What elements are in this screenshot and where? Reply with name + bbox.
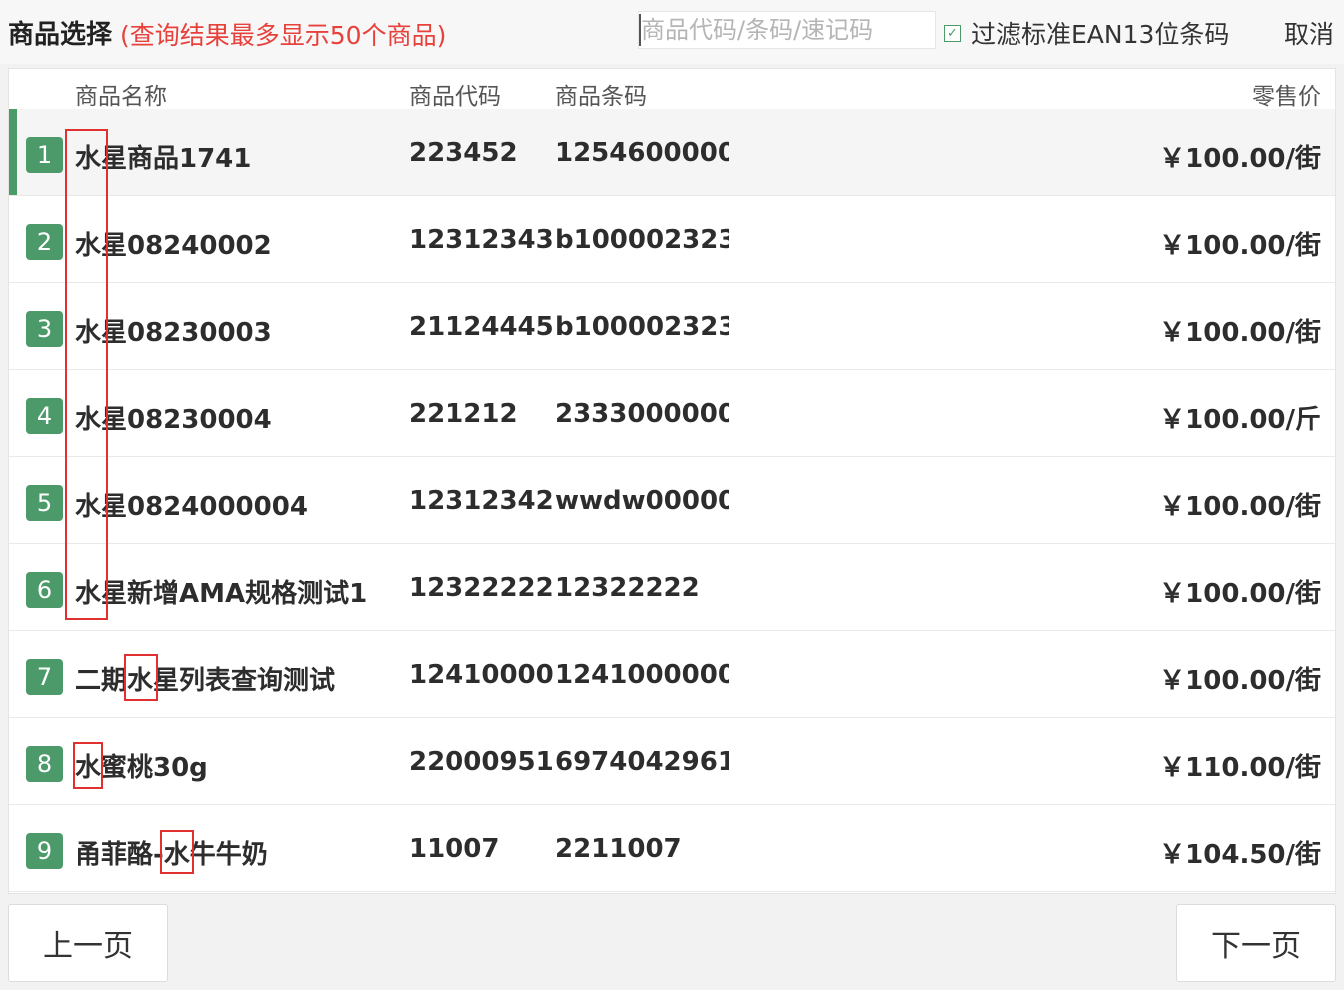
row-index-badge: 4 bbox=[26, 398, 63, 434]
table-row[interactable]: 1 水星商品1741 223452 12546000005 ￥100.00/街 bbox=[9, 109, 1335, 196]
column-header-code: 商品代码 bbox=[409, 84, 501, 110]
product-code: 211244452 bbox=[409, 312, 555, 342]
product-barcode: wwdw000000 bbox=[555, 486, 729, 516]
checkbox-checked-icon[interactable]: ✓ bbox=[944, 24, 961, 42]
table-row[interactable]: 2 水星08240002 123123432b1000023236 ￥100.00/街 bbox=[9, 196, 1335, 283]
product-code: 123123422 bbox=[409, 486, 555, 516]
table-header: 商品名称 商品代码 商品条码 零售价 bbox=[9, 69, 1335, 110]
product-barcode: 2211007 bbox=[555, 834, 682, 864]
row-index-badge: 1 bbox=[26, 137, 63, 173]
product-name: 水星08240002 bbox=[75, 231, 272, 261]
product-rows: 1 水星商品1741 223452 12546000005 ￥100.00/街 2 水星08… bbox=[9, 109, 1335, 892]
table-row[interactable]: 6 水星新增AMA规格测试1 12322222 12322222 ￥100.00/街 bbox=[9, 544, 1335, 631]
product-name: 二期水星列表查询测试 bbox=[75, 666, 336, 696]
product-name: 甬菲酪-水牛牛奶 bbox=[75, 840, 268, 870]
retail-price: ￥100.00/街 bbox=[1159, 492, 1321, 522]
product-code: 11007 bbox=[409, 834, 500, 864]
next-page-button[interactable]: 下一页 bbox=[1176, 904, 1336, 982]
product-barcode: 12410000003 bbox=[555, 660, 729, 690]
header-bar: 商品选择 (查询结果最多显示50个商品) ✓ 过滤标准EAN13位条码 取消 bbox=[0, 0, 1344, 64]
table-row[interactable]: 7 二期水星列表查询测试 12410000012410000003 ￥100.00/街 bbox=[9, 631, 1335, 718]
retail-price: ￥104.50/街 bbox=[1159, 840, 1321, 870]
row-index-badge: 2 bbox=[26, 224, 63, 260]
product-barcode: b1000023236 bbox=[555, 225, 729, 255]
retail-price: ￥100.00/街 bbox=[1159, 318, 1321, 348]
column-header-price: 零售价 bbox=[1252, 84, 1321, 110]
product-barcode: b1000023237 bbox=[555, 312, 729, 342]
product-name: 水星08230003 bbox=[75, 318, 272, 348]
table-row[interactable]: 4 水星08230004 221212 23330000003 ￥100.00/斤 bbox=[9, 370, 1335, 457]
table-row[interactable]: 5 水星0824000004 123123422wwdw000000 ￥100.00/… bbox=[9, 457, 1335, 544]
product-name: 水星新增AMA规格测试1 bbox=[75, 579, 368, 609]
text-caret bbox=[639, 14, 641, 46]
product-barcode: 12322222 bbox=[555, 573, 700, 603]
product-code: 124100000 bbox=[409, 660, 555, 690]
retail-price: ￥100.00/街 bbox=[1159, 579, 1321, 609]
prev-page-button[interactable]: 上一页 bbox=[8, 904, 168, 982]
search-input[interactable] bbox=[638, 11, 936, 49]
table-row[interactable]: 3 水星08230003 211244452b1000023237 ￥100.00/街 bbox=[9, 283, 1335, 370]
retail-price: ￥110.00/街 bbox=[1159, 753, 1321, 783]
product-name: 水星08230004 bbox=[75, 405, 272, 435]
product-code: 22000951 bbox=[409, 747, 554, 777]
retail-price: ￥100.00/街 bbox=[1159, 231, 1321, 261]
table-row[interactable]: 8 水蜜桃30g 2200095169740429614 ￥110.00/街 bbox=[9, 718, 1335, 805]
result-limit-note: (查询结果最多显示50个商品) bbox=[120, 21, 447, 50]
product-code: 223452 bbox=[409, 138, 518, 168]
row-index-badge: 6 bbox=[26, 572, 63, 608]
product-code: 221212 bbox=[409, 399, 518, 429]
page-title: 商品选择 bbox=[8, 20, 113, 50]
row-index-badge: 5 bbox=[26, 485, 63, 521]
product-code: 123123432 bbox=[409, 225, 555, 255]
product-list-panel: 商品名称 商品代码 商品条码 零售价 1 水星商品1741 223452 125460… bbox=[8, 68, 1336, 894]
retail-price: ￥100.00/斤 bbox=[1159, 405, 1321, 435]
row-index-badge: 9 bbox=[26, 833, 63, 869]
ean13-filter-label: 过滤标准EAN13位条码 bbox=[971, 20, 1230, 49]
row-index-badge: 8 bbox=[26, 746, 63, 782]
column-header-barcode: 商品条码 bbox=[555, 84, 647, 110]
row-index-badge: 3 bbox=[26, 311, 63, 347]
table-row[interactable]: 9 甬菲酪-水牛牛奶 11007 2211007 ￥104.50/街 bbox=[9, 805, 1335, 892]
retail-price: ￥100.00/街 bbox=[1159, 666, 1321, 696]
product-name: 水星商品1741 bbox=[75, 144, 252, 174]
product-barcode: 12546000005 bbox=[555, 138, 729, 168]
product-name: 水蜜桃30g bbox=[75, 753, 208, 783]
product-barcode: 23330000003 bbox=[555, 399, 729, 429]
cancel-button[interactable]: 取消 bbox=[1284, 15, 1334, 51]
product-barcode: 69740429614 bbox=[555, 747, 729, 777]
ean13-filter-toggle[interactable]: ✓ 过滤标准EAN13位条码 bbox=[944, 15, 1229, 51]
column-header-name: 商品名称 bbox=[75, 84, 167, 110]
row-index-badge: 7 bbox=[26, 659, 63, 695]
product-name: 水星0824000004 bbox=[75, 492, 308, 522]
product-code: 12322222 bbox=[409, 573, 554, 603]
retail-price: ￥100.00/街 bbox=[1159, 144, 1321, 174]
